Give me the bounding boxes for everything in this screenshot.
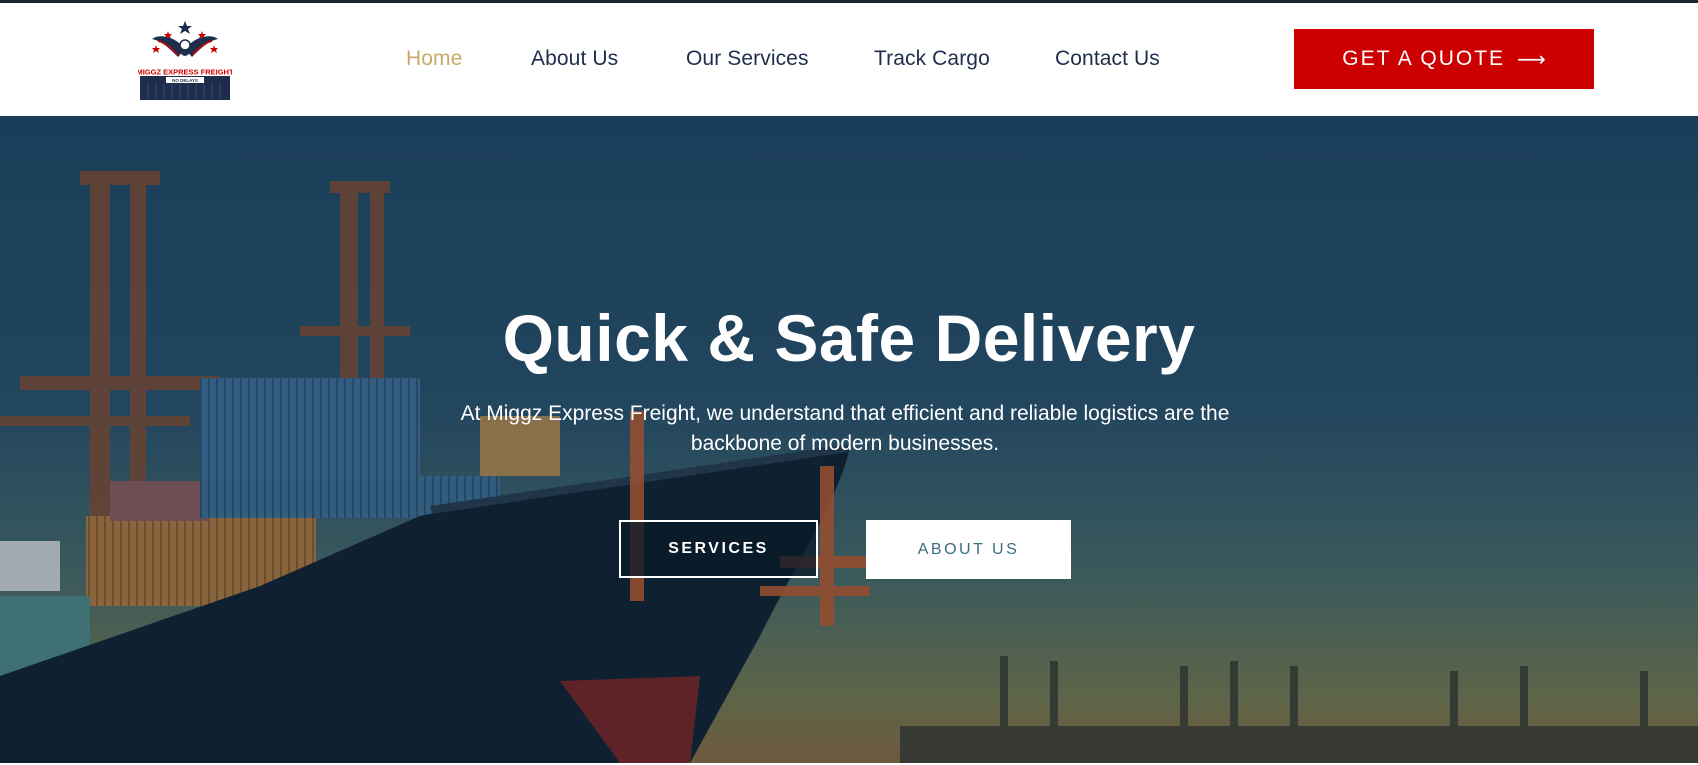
nav-item-contact-us[interactable]: Contact Us [1055, 47, 1160, 71]
site-header: MIGGZ EXPRESS FREIGHT NO DELAYS Home Abo… [0, 3, 1698, 116]
get-a-quote-button[interactable]: GET A QUOTE ⟶ [1294, 29, 1594, 89]
services-button[interactable]: SERVICES [619, 520, 818, 578]
nav-item-home[interactable]: Home [406, 47, 462, 71]
nav-item-about-us[interactable]: About Us [531, 47, 618, 71]
hero-title: Quick & Safe Delivery [502, 301, 1196, 375]
nav-item-our-services[interactable]: Our Services [686, 47, 809, 71]
nav-item-track-cargo[interactable]: Track Cargo [874, 47, 990, 71]
arrow-right-icon: ⟶ [1517, 48, 1546, 71]
about-us-button[interactable]: ABOUT US [866, 520, 1071, 579]
get-a-quote-label: GET A QUOTE [1342, 47, 1506, 70]
hero-section: Quick & Safe Delivery At Miggz Express F… [0, 116, 1698, 763]
hero-subtitle: At Miggz Express Freight, we understand … [460, 402, 1230, 455]
